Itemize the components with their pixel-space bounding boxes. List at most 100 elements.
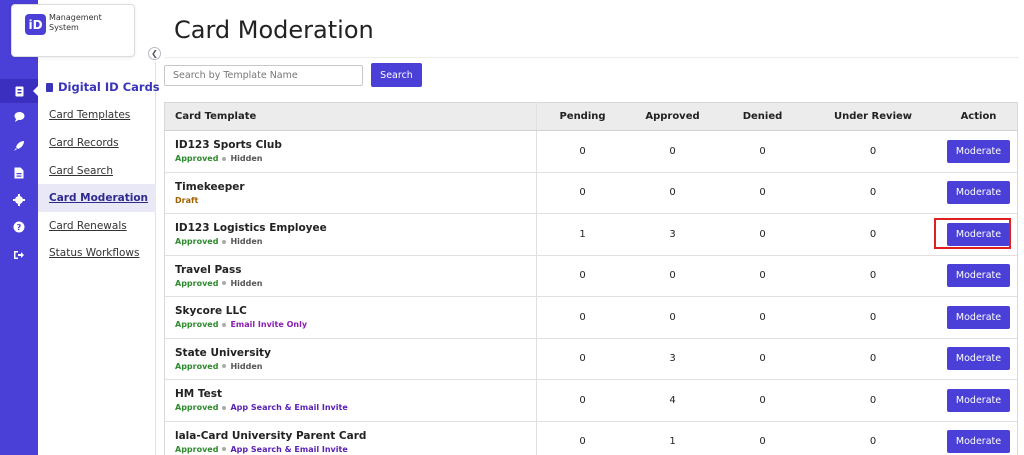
pending-count: 1 [579,228,586,240]
pending-count: 0 [579,394,586,406]
moderate-button[interactable]: Moderate [947,139,1010,163]
chat-icon[interactable] [0,104,38,128]
table-row: ID123 Logistics Employee Approved Hidden 1 3… [165,214,1017,256]
moderation-table: Card Template Pending Approved Denied Un… [164,102,1018,455]
pending-count: 0 [579,311,586,323]
help-icon[interactable]: ? [0,215,38,239]
template-cell: Skycore LLC Approved Email Invite Only [165,297,537,338]
table-row: Skycore LLC Approved Email Invite Only 0 0 0 0… [165,297,1017,339]
template-status: Approved Email Invite Only [175,320,307,329]
pending-count: 0 [579,145,586,157]
header-action: Action [960,111,997,122]
chevron-left-icon: ❮ [151,49,158,58]
under-review-count: 0 [869,353,877,365]
visibility-label: App Search & Email Invite [230,444,348,454]
separator-dot [222,447,227,452]
sidebar-item-card-search[interactable]: Card Search [38,157,156,185]
template-name: State University [175,346,271,359]
template-name: ID123 Sports Club [175,139,282,152]
separator-dot [222,322,227,327]
template-name: lala-Card University Parent Card [175,429,367,442]
pending-count: 0 [579,436,586,448]
template-cell: ID123 Logistics Employee Approved Hidden [165,214,537,255]
template-status: Draft [175,196,245,205]
sidebar-section-title: Digital ID Cards [46,80,160,94]
moderate-button[interactable]: Moderate [947,181,1010,205]
status-label: Approved [175,444,219,454]
status-label: Approved [175,237,219,247]
action-cell: Moderate [938,131,1019,172]
approved-count: 3 [669,228,676,240]
status-label: Approved [175,361,219,371]
moderate-button[interactable]: Moderate [947,430,1010,454]
sidebar-item-card-moderation[interactable]: Card Moderation [38,184,156,212]
sidebar: Digital ID Cards Card Templates Card Rec… [38,62,160,455]
denied-count: 0 [759,228,766,240]
status-label: Approved [175,154,219,164]
visibility-label: App Search & Email Invite [230,403,348,413]
template-cell: Timekeeper Draft [165,172,537,213]
approved-count: 0 [669,311,676,323]
moderate-button[interactable]: Moderate [947,264,1010,288]
sidebar-item-card-templates[interactable]: Card Templates [38,101,156,129]
search-input[interactable] [164,65,363,86]
title-divider [164,57,1019,58]
approved-count: 1 [669,436,676,448]
denied-count: 0 [759,145,766,157]
pending-count: 0 [579,187,586,199]
template-cell: lala-Card University Parent Card Approved… [165,421,537,455]
icon-rail: ? [0,0,39,455]
document-icon[interactable] [0,161,38,185]
denied-count: 0 [759,270,766,282]
status-label: Approved [175,278,219,288]
gear-icon[interactable] [0,188,38,212]
pending-count: 0 [579,270,586,282]
sidebar-item-card-renewals[interactable]: Card Renewals [38,212,156,240]
logo-card[interactable]: iD Management System [11,4,135,57]
table-header: Card Template Pending Approved Denied Un… [165,103,1017,131]
template-cell: State University Approved Hidden [165,338,537,379]
search-button[interactable]: Search [371,63,422,87]
sidebar-item-card-records[interactable]: Card Records [38,129,156,157]
action-cell: Moderate [938,256,1019,297]
template-status: Approved App Search & Email Invite [175,445,366,454]
sidebar-title-label: Digital ID Cards [58,80,160,94]
separator-dot [222,239,227,244]
visibility-label: Hidden [230,154,263,164]
collapse-sidebar-button[interactable]: ❮ [148,47,161,60]
under-review-count: 0 [869,394,877,406]
header-denied: Denied [742,111,783,122]
under-review-count: 0 [869,187,877,199]
table-row: HM Test Approved App Search & Email Invite… [165,380,1017,422]
rocket-icon[interactable] [0,134,38,158]
page-title: Card Moderation [174,16,374,44]
id-card-icon[interactable] [0,79,39,103]
template-status: Approved Hidden [175,237,327,246]
under-review-count: 0 [869,228,877,240]
header-card-template: Card Template [165,103,537,130]
template-name: Travel Pass [175,263,242,276]
status-label: Approved [175,320,219,330]
header-under-review: Under Review [833,111,913,122]
visibility-label: Hidden [230,361,263,371]
sidebar-item-status-workflows[interactable]: Status Workflows [38,239,156,267]
under-review-count: 0 [869,145,877,157]
template-cell: ID123 Sports Club Approved Hidden [165,131,537,172]
header-pending: Pending [559,111,606,122]
moderate-button[interactable]: Moderate [947,347,1010,371]
moderate-button[interactable]: Moderate [947,388,1010,412]
table-row: Timekeeper Draft 0 0 0 0 Moderate [165,172,1017,214]
action-cell: Moderate [938,297,1019,338]
under-review-count: 0 [869,270,877,282]
denied-count: 0 [759,311,766,323]
action-cell: Moderate [938,380,1019,421]
moderate-button[interactable]: Moderate [947,305,1010,329]
under-review-count: 0 [869,311,877,323]
visibility-label: Hidden [230,278,263,288]
approved-count: 4 [669,394,676,406]
template-name: Timekeeper [175,180,245,193]
logout-icon[interactable] [0,243,38,267]
separator-dot [222,405,227,410]
table-body: ID123 Sports Club Approved Hidden 0 0 0 0 Moder… [165,131,1017,455]
denied-count: 0 [759,394,766,406]
